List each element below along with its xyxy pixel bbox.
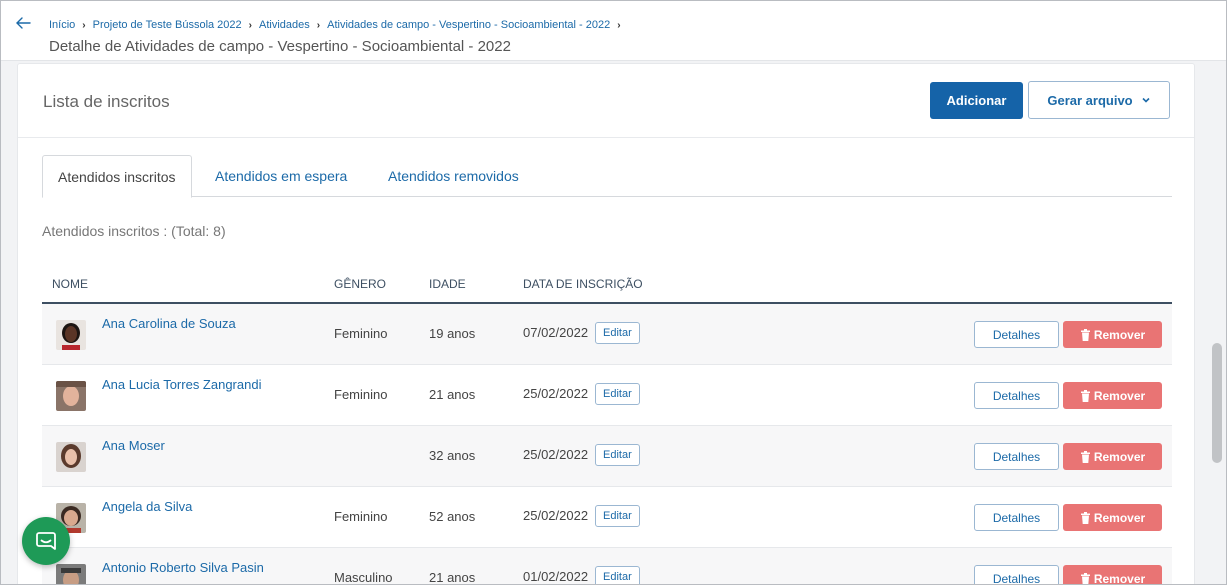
trash-icon xyxy=(1080,389,1090,402)
remove-label: Remover xyxy=(1093,510,1146,525)
edit-date-button[interactable]: Editar xyxy=(595,505,640,527)
attendee-gender: Feminino xyxy=(334,326,388,341)
breadcrumb-item-atividades[interactable]: Atividades xyxy=(259,19,310,31)
avatar xyxy=(56,564,86,584)
generate-file-button[interactable]: Gerar arquivo xyxy=(1028,81,1170,119)
trash-icon xyxy=(1080,511,1090,524)
edit-date-button[interactable]: Editar xyxy=(595,383,640,405)
attendee-age: 52 anos xyxy=(429,509,476,524)
remove-button[interactable]: Remover xyxy=(1063,504,1162,531)
registration-date: 25/02/2022 xyxy=(523,386,589,401)
page-title: Detalhe de Atividades de campo - Vespert… xyxy=(49,38,511,55)
table-row: Ana Moser 32 anos 25/02/2022 Editar Deta… xyxy=(42,426,1172,487)
chevron-down-icon xyxy=(1142,97,1150,103)
column-header-name[interactable]: NOME xyxy=(52,277,88,291)
attendee-name[interactable]: Ana Carolina de Souza xyxy=(102,316,236,331)
table-row: Angela da Silva Feminino 52 anos 25/02/2… xyxy=(42,487,1172,548)
attendee-gender: Masculino xyxy=(334,570,393,585)
registration-date: 07/02/2022 xyxy=(523,325,589,340)
attendee-age: 21 anos xyxy=(429,570,476,585)
card-header: Lista de inscritos Adicionar Gerar arqui… xyxy=(18,64,1194,138)
chevron-right-icon: › xyxy=(617,19,621,31)
details-button[interactable]: Detalhes xyxy=(974,443,1059,470)
details-button[interactable]: Detalhes xyxy=(974,321,1059,348)
table-row: Antonio Roberto Silva Pasin Masculino 21… xyxy=(42,548,1172,585)
details-button[interactable]: Detalhes xyxy=(974,382,1059,409)
chat-launcher-button[interactable] xyxy=(22,517,70,565)
attendee-name[interactable]: Angela da Silva xyxy=(102,499,192,514)
remove-label: Remover xyxy=(1093,388,1146,403)
attendee-gender: Feminino xyxy=(334,509,388,524)
column-header-date[interactable]: DATA DE INSCRIÇÃO xyxy=(523,277,643,291)
table-header: NOME GÊNERO IDADE DATA DE INSCRIÇÃO xyxy=(42,264,1172,304)
attendee-name[interactable]: Ana Moser xyxy=(102,438,165,453)
avatar xyxy=(56,320,86,350)
edit-date-button[interactable]: Editar xyxy=(595,322,640,344)
card-title: Lista de inscritos xyxy=(43,92,170,111)
trash-icon xyxy=(1080,572,1090,584)
vertical-scrollbar[interactable] xyxy=(1208,61,1226,584)
remove-button[interactable]: Remover xyxy=(1063,565,1162,585)
back-arrow-icon[interactable] xyxy=(13,13,33,33)
registration-date: 01/02/2022 xyxy=(523,569,589,584)
tab-atendidos-removidos[interactable]: Atendidos removidos xyxy=(373,155,534,197)
breadcrumb: Início › Projeto de Teste Bússola 2022 ›… xyxy=(49,19,628,31)
generate-file-label: Gerar arquivo xyxy=(1047,92,1133,108)
registration-date: 25/02/2022 xyxy=(523,508,589,523)
attendee-name[interactable]: Ana Lucia Torres Zangrandi xyxy=(102,377,261,392)
chevron-right-icon: › xyxy=(82,19,86,31)
breadcrumb-item-inicio[interactable]: Início xyxy=(49,19,75,31)
tabs: Atendidos inscritos Atendidos em espera … xyxy=(42,155,1172,198)
registration-date: 25/02/2022 xyxy=(523,447,589,462)
attendee-age: 19 anos xyxy=(429,326,476,341)
total-count: Atendidos inscritos : (Total: 8) xyxy=(42,223,226,239)
chevron-right-icon: › xyxy=(316,19,321,31)
scrollbar-thumb[interactable] xyxy=(1212,343,1222,463)
remove-label: Remover xyxy=(1093,449,1146,464)
column-header-gender[interactable]: GÊNERO xyxy=(334,277,386,291)
edit-date-button[interactable]: Editar xyxy=(595,444,640,466)
table-row: Ana Lucia Torres Zangrandi Feminino 21 a… xyxy=(42,365,1172,426)
remove-button[interactable]: Remover xyxy=(1063,321,1162,348)
breadcrumb-item-atividade[interactable]: Atividades de campo - Vespertino - Socio… xyxy=(327,19,610,31)
chevron-right-icon: › xyxy=(248,19,252,31)
details-button[interactable]: Detalhes xyxy=(974,504,1059,531)
add-button[interactable]: Adicionar xyxy=(930,82,1023,119)
avatar xyxy=(56,442,86,472)
avatar xyxy=(56,381,86,411)
tab-atendidos-inscritos[interactable]: Atendidos inscritos xyxy=(42,155,192,198)
column-header-age[interactable]: IDADE xyxy=(429,277,466,291)
attendee-age: 32 anos xyxy=(429,448,476,463)
edit-date-button[interactable]: Editar xyxy=(595,566,640,584)
remove-label: Remover xyxy=(1093,571,1146,585)
trash-icon xyxy=(1080,328,1090,341)
chat-icon xyxy=(36,532,56,550)
header: Início › Projeto de Teste Bússola 2022 ›… xyxy=(1,1,1226,61)
attendee-name[interactable]: Antonio Roberto Silva Pasin xyxy=(102,560,264,575)
table-row: Ana Carolina de Souza Feminino 19 anos 0… xyxy=(42,304,1172,365)
attendee-age: 21 anos xyxy=(429,387,476,402)
breadcrumb-item-projeto[interactable]: Projeto de Teste Bússola 2022 xyxy=(93,19,242,31)
app-window: Início › Projeto de Teste Bússola 2022 ›… xyxy=(0,0,1227,585)
remove-label: Remover xyxy=(1093,327,1146,342)
attendee-gender: Feminino xyxy=(334,387,388,402)
subscribers-card: Lista de inscritos Adicionar Gerar arqui… xyxy=(17,63,1195,585)
details-button[interactable]: Detalhes xyxy=(974,565,1059,584)
trash-icon xyxy=(1080,450,1090,463)
remove-button[interactable]: Remover xyxy=(1063,382,1162,409)
remove-button[interactable]: Remover xyxy=(1063,443,1162,470)
tab-atendidos-em-espera[interactable]: Atendidos em espera xyxy=(200,155,362,197)
